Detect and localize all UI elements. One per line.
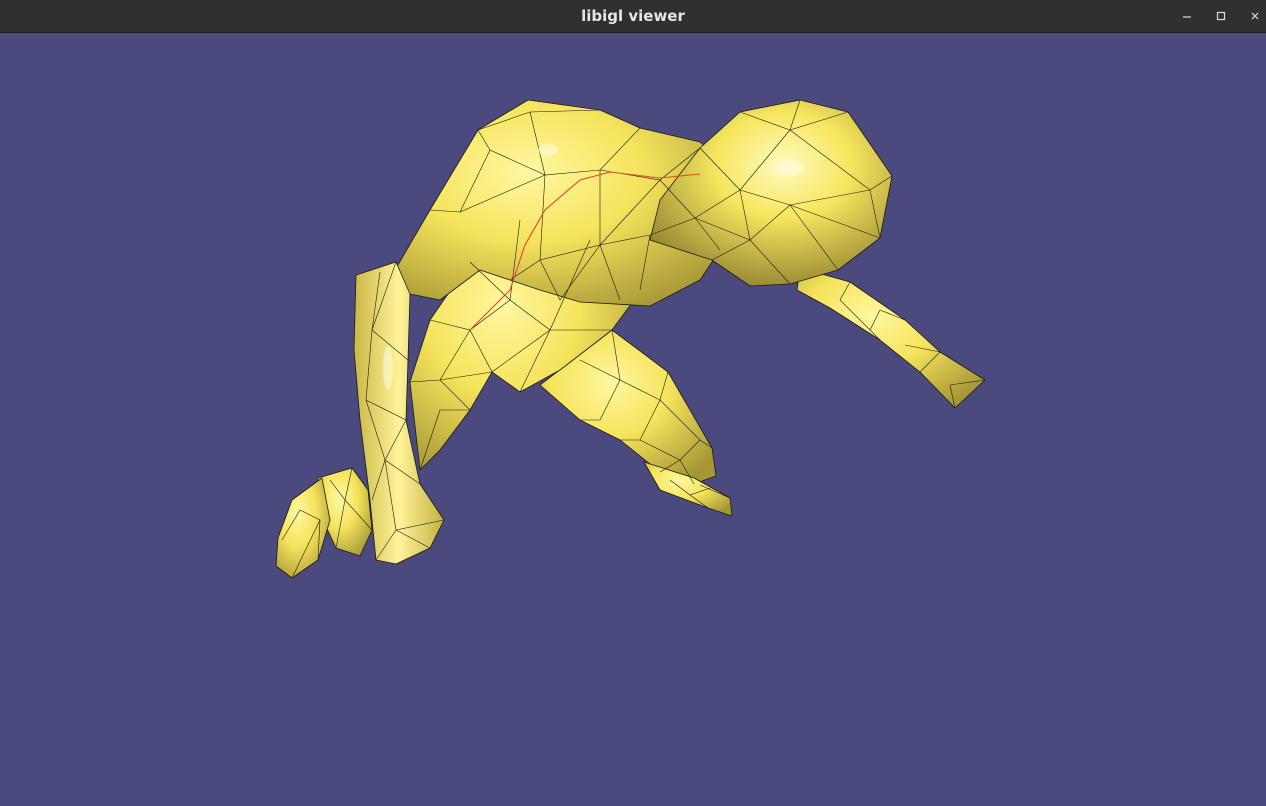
maximize-button[interactable] (1208, 4, 1234, 28)
maximize-icon (1216, 11, 1226, 21)
mesh-arm-right (796, 267, 986, 409)
close-icon (1251, 12, 1259, 20)
mesh-render (275, 99, 986, 579)
window-title: libigl viewer (581, 7, 685, 25)
minimize-icon (1183, 16, 1191, 18)
mesh-finger-left (275, 477, 331, 579)
3d-viewport[interactable] (0, 34, 1266, 806)
close-button[interactable] (1242, 4, 1266, 28)
window-titlebar[interactable]: libigl viewer (0, 0, 1266, 33)
minimize-button[interactable] (1174, 4, 1200, 28)
